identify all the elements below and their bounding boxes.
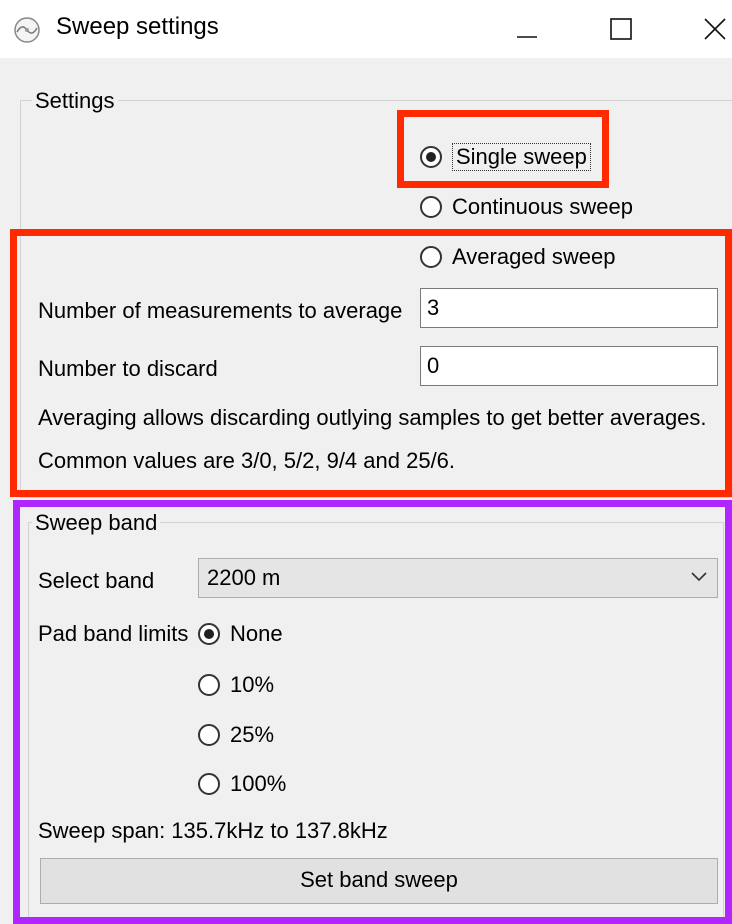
radio-indicator (198, 724, 220, 746)
minimize-icon (517, 36, 537, 38)
pad-none-radio[interactable]: None (198, 621, 283, 647)
pad-25-radio[interactable]: 25% (198, 722, 274, 748)
title-bar: Sweep settings (0, 0, 732, 58)
close-icon (704, 18, 726, 40)
discard-label: Number to discard (38, 356, 218, 381)
app-logo-icon (14, 17, 40, 43)
pad-band-label: Pad band limits (38, 621, 189, 646)
minimize-button[interactable] (498, 0, 556, 58)
single-sweep-radio[interactable]: Single sweep (420, 143, 591, 171)
averaging-info-text: Averaging allows discarding outlying sam… (38, 405, 707, 430)
radio-indicator (420, 246, 442, 268)
set-band-sweep-button[interactable]: Set band sweep (40, 858, 718, 904)
radio-indicator (420, 196, 442, 218)
radio-indicator (198, 623, 220, 645)
discard-input[interactable]: 0 (420, 346, 718, 386)
select-band-label: Select band (38, 568, 155, 593)
pad-none-label: None (230, 621, 283, 646)
averaged-sweep-label: Averaged sweep (452, 244, 616, 269)
settings-legend: Settings (32, 88, 118, 114)
maximize-button[interactable] (592, 0, 650, 58)
window-title: Sweep settings (56, 13, 219, 40)
pad-100-label: 100% (230, 771, 287, 796)
band-select-value: 2200 m (207, 565, 281, 590)
continuous-sweep-radio[interactable]: Continuous sweep (420, 194, 633, 220)
pad-25-label: 25% (230, 722, 275, 747)
maximize-icon (610, 18, 632, 40)
pad-10-label: 10% (230, 672, 275, 697)
radio-indicator (420, 146, 442, 168)
radio-indicator (198, 674, 220, 696)
sweep-span-text: Sweep span: 135.7kHz to 137.8kHz (38, 818, 388, 843)
pad-10-radio[interactable]: 10% (198, 672, 274, 698)
common-values-text: Common values are 3/0, 5/2, 9/4 and 25/6… (38, 448, 456, 473)
band-select[interactable]: 2200 m (198, 558, 718, 598)
radio-indicator (198, 773, 220, 795)
measurements-label: Number of measurements to average (38, 298, 403, 323)
continuous-sweep-label: Continuous sweep (452, 194, 634, 219)
sweep-band-legend: Sweep band (32, 510, 161, 536)
single-sweep-label: Single sweep (452, 143, 591, 171)
close-button[interactable] (686, 0, 732, 58)
chevron-down-icon (691, 572, 707, 582)
measurements-input[interactable]: 3 (420, 288, 718, 328)
pad-100-radio[interactable]: 100% (198, 771, 286, 797)
averaged-sweep-radio[interactable]: Averaged sweep (420, 244, 616, 270)
